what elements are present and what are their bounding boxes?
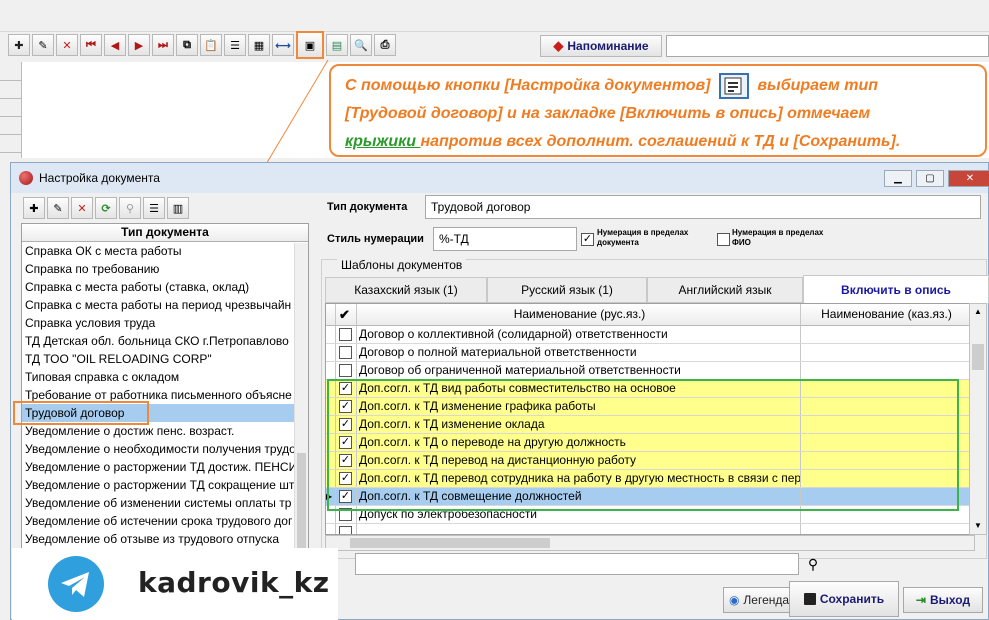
- telegram-icon: [48, 556, 104, 612]
- numbering-style-label: Стиль нумерации: [327, 233, 424, 245]
- row-checkbox[interactable]: [339, 346, 352, 359]
- row-name-kz: [800, 362, 972, 379]
- list-item[interactable]: Уведомление об истечении срока трудового…: [22, 512, 308, 530]
- doc-type-field[interactable]: Трудовой договор: [425, 195, 981, 219]
- list-item[interactable]: ТД ТОО "OIL RELOADING CORP": [22, 350, 308, 368]
- legend-icon: ◉: [728, 593, 740, 607]
- list-item[interactable]: Уведомление о необходимости получения тр…: [22, 440, 308, 458]
- scroll-down-icon[interactable]: ▼: [970, 518, 986, 534]
- refresh-icon[interactable]: ⟳: [95, 197, 117, 219]
- book-icon[interactable]: ▥: [167, 197, 189, 219]
- list-item[interactable]: Типовая справка с окладом: [22, 368, 308, 386]
- minimize-icon[interactable]: ▁: [884, 170, 912, 187]
- grid-horizontal-scrollbar[interactable]: [325, 535, 975, 551]
- grid-scroll-thumb[interactable]: [972, 344, 984, 370]
- callout-text-3: [Трудовой договор] и на закладке [Включи…: [345, 105, 871, 122]
- edit-icon[interactable]: ✎: [47, 197, 69, 219]
- close-icon[interactable]: ✕: [948, 170, 989, 187]
- row-indicator: [326, 344, 336, 361]
- list-scroll-thumb[interactable]: [297, 453, 306, 553]
- tab-russian[interactable]: Русский язык (1): [487, 277, 647, 303]
- templates-label: Шаблоны документов: [337, 258, 467, 272]
- row-name-ru: Договор об ограниченной материальной отв…: [356, 362, 800, 379]
- row-name-kz: [800, 344, 972, 361]
- row-checkbox[interactable]: [339, 526, 352, 534]
- list-item[interactable]: Справка ОК с места работы: [22, 242, 308, 260]
- callout-text-2: выбираем тип: [757, 77, 879, 94]
- telegram-watermark: kadrovik_kz: [12, 548, 338, 620]
- list-body: Справка ОК с места работы Справка по треб…: [22, 242, 308, 548]
- save-label: Сохранить: [819, 592, 885, 606]
- header-check-icon: ✔: [339, 307, 350, 322]
- dialog-toolbar: ✚ ✎ ✕ ⟳ ⚲ ☰ ▥: [23, 197, 189, 219]
- grid-hscroll-thumb[interactable]: [350, 538, 550, 548]
- callout-link: крыжики: [345, 133, 421, 150]
- tab-english[interactable]: Английский язык: [647, 277, 803, 303]
- checked-rows-highlight: [327, 379, 959, 511]
- table-row[interactable]: Договор о коллективной (солидарной) отве…: [326, 326, 974, 344]
- col-name-kz: Наименование (каз.яз.): [800, 304, 972, 325]
- save-button[interactable]: Сохранить: [789, 581, 899, 617]
- numbering-style-field[interactable]: %-ТД: [433, 227, 577, 251]
- doc-type-label: Тип документа: [327, 201, 408, 213]
- watermark-handle: kadrovik_kz: [138, 566, 330, 599]
- exit-icon: ⇥: [915, 593, 926, 607]
- selected-type-highlight: [13, 401, 149, 425]
- row-name-kz: [800, 524, 972, 534]
- list-item[interactable]: Уведомление об изменении системы оплаты …: [22, 494, 308, 512]
- num-in-fio-checkbox[interactable]: [717, 233, 730, 246]
- list-item[interactable]: ТД Детская обл. больница СКО г.Петропавл…: [22, 332, 308, 350]
- tab-kazakh[interactable]: Казахский язык (1): [325, 277, 487, 303]
- list-item[interactable]: Уведомление о расторжении ТД сокращение …: [22, 476, 308, 494]
- row-indicator: [326, 326, 336, 343]
- callout-text-5: напротив всех дополнит. соглашений к ТД …: [420, 133, 901, 150]
- exit-button[interactable]: ⇥ Выход: [903, 587, 983, 613]
- row-name-ru: Договор о коллективной (солидарной) отве…: [356, 326, 800, 343]
- list-item[interactable]: Справка по требованию: [22, 260, 308, 278]
- scroll-up-icon[interactable]: ▲: [970, 304, 986, 320]
- table-row[interactable]: Договор о полной материальной ответствен…: [326, 344, 974, 362]
- list-item[interactable]: Уведомление об отзыве из трудового отпус…: [22, 530, 308, 548]
- row-indicator: [326, 524, 336, 534]
- list-item[interactable]: Справка условия труда: [22, 314, 308, 332]
- num-in-doc-label: Нумерация в пределах документа: [597, 228, 689, 247]
- save-icon: [803, 593, 816, 605]
- instruction-callout: С помощью кнопки [Настройка документов] …: [329, 64, 987, 157]
- row-indicator: [326, 362, 336, 379]
- grid-vertical-scrollbar[interactable]: ▲ ▼: [969, 303, 987, 535]
- language-tabs: Казахский язык (1) Русский язык (1) Англ…: [325, 275, 989, 303]
- table-row[interactable]: [326, 524, 974, 534]
- list-item[interactable]: Справка с места работы (ставка, оклад): [22, 278, 308, 296]
- row-name-ru: Договор о полной материальной ответствен…: [356, 344, 800, 361]
- exit-label: Выход: [929, 593, 971, 607]
- table-row[interactable]: Договор об ограниченной материальной отв…: [326, 362, 974, 380]
- legend-button[interactable]: ◉ Легенда: [723, 587, 795, 613]
- list-item[interactable]: Справка с места работы на период чрезвыч…: [22, 296, 308, 314]
- document-settings-icon: [718, 72, 749, 99]
- legend-label: Легенда: [743, 593, 790, 607]
- callout-text-1: С помощью кнопки [Настройка документов]: [345, 77, 711, 94]
- binoculars-icon[interactable]: ⚲: [801, 553, 825, 575]
- grid-header: ✔ Наименование (рус.яз.) Наименование (к…: [326, 304, 974, 326]
- row-name-kz: [800, 326, 972, 343]
- col-name-ru: Наименование (рус.яз.): [356, 304, 800, 325]
- list-header: Тип документа: [22, 224, 308, 242]
- search-input[interactable]: [355, 553, 799, 575]
- row-checkbox[interactable]: [339, 328, 352, 341]
- num-in-doc-checkbox[interactable]: ✓: [581, 233, 594, 246]
- find-icon[interactable]: ⚲: [119, 197, 141, 219]
- delete-icon[interactable]: ✕: [71, 197, 93, 219]
- list-item[interactable]: Уведомление о расторжении ТД достиж. ПЕН…: [22, 458, 308, 476]
- dialog-titlebar: Настройка документа ▁ ▢ ✕: [11, 163, 989, 193]
- row-checkbox[interactable]: [339, 364, 352, 377]
- app-logo-icon: [19, 171, 33, 185]
- dialog-title: Настройка документа: [39, 171, 160, 185]
- add-icon[interactable]: ✚: [23, 197, 45, 219]
- row-name-ru: [356, 524, 800, 534]
- num-in-fio-label: Нумерация в пределах ФИО: [732, 228, 824, 247]
- filter-icon[interactable]: ☰: [143, 197, 165, 219]
- tab-include-in-inventory[interactable]: Включить в опись: [803, 275, 989, 303]
- maximize-icon[interactable]: ▢: [916, 170, 944, 187]
